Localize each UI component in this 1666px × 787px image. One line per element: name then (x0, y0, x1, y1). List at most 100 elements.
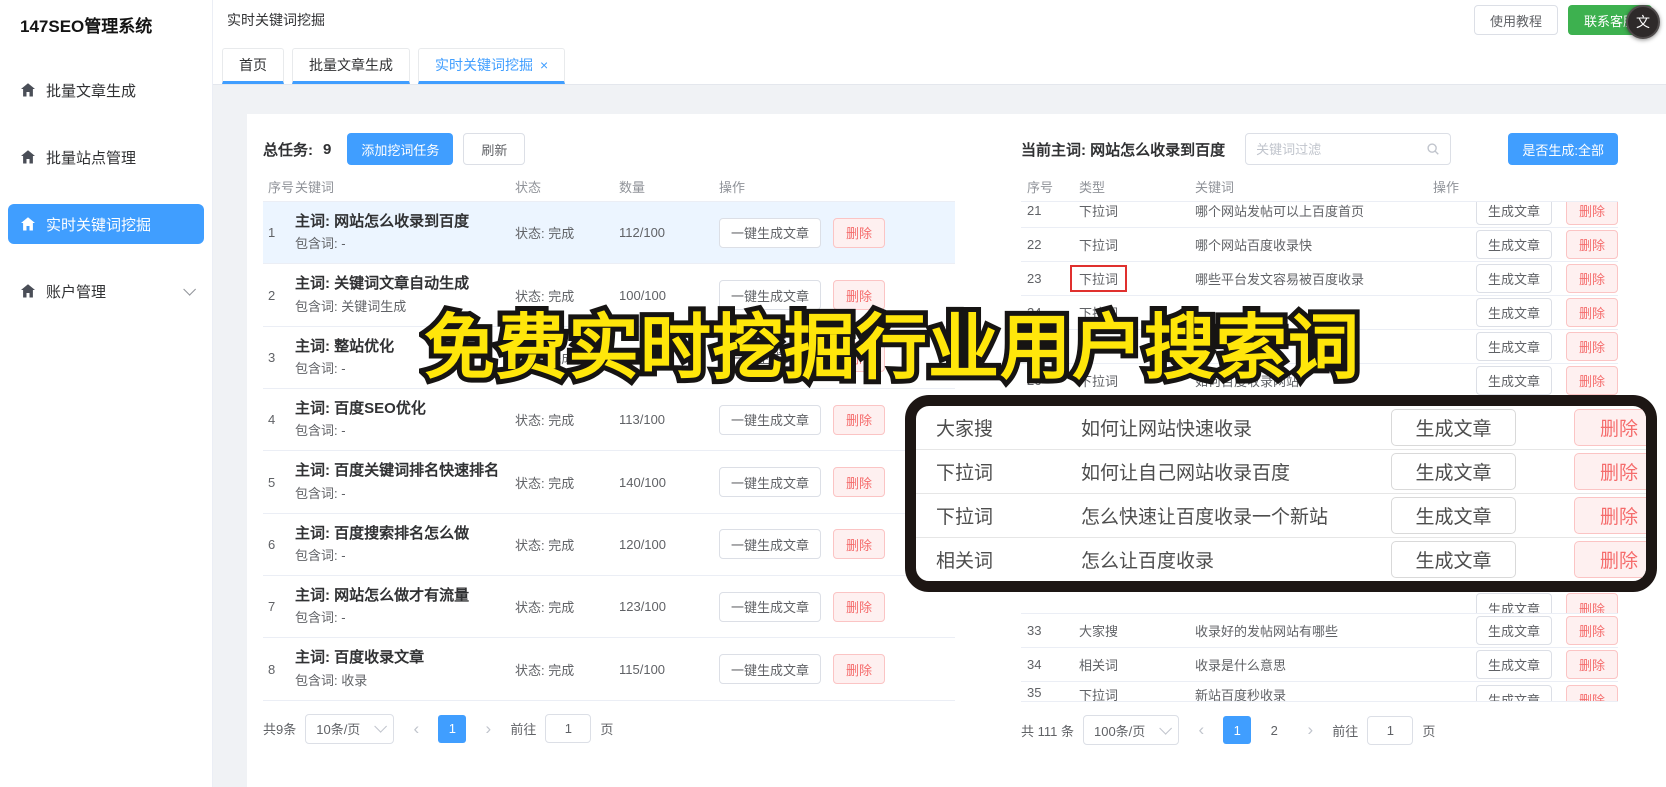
generate-article-button[interactable]: 生成文章 (1475, 685, 1552, 701)
generate-all-button[interactable]: 是否生成:全部 (1508, 133, 1618, 165)
row-keyword: 哪个网站发帖可以上百度首页 (1195, 203, 1365, 219)
generate-article-button[interactable]: 生成文章 (1391, 541, 1516, 578)
row-type: 大家搜 (1079, 624, 1119, 639)
generate-article-button[interactable]: 生成文章 (1391, 453, 1516, 490)
delete-button[interactable]: 删除 (1565, 298, 1618, 327)
delete-button[interactable]: 删除 (833, 591, 886, 622)
generate-article-button[interactable]: 生成文章 (1475, 332, 1552, 361)
row-main-keyword: 主词: 网站怎么收录到百度 (295, 213, 470, 230)
generate-article-button[interactable]: 生成文章 (1475, 366, 1552, 395)
prev-page-button[interactable]: ‹ (1188, 716, 1214, 744)
generate-article-button[interactable]: 一键生成文章 (719, 591, 822, 622)
sidebar-item-account[interactable]: 账户管理 (8, 271, 204, 311)
delete-button[interactable]: 删除 (1574, 541, 1646, 578)
generate-article-button[interactable]: 一键生成文章 (719, 467, 822, 498)
page-size-select[interactable]: 10条/页 (305, 713, 395, 744)
sidebar-item-batch-site[interactable]: 批量站点管理 (8, 137, 204, 177)
task-panel-header: 总任务: 9 添加挖词任务 刷新 (263, 130, 955, 168)
goto-suffix: 页 (600, 722, 614, 738)
tab-keyword-mining[interactable]: 实时关键词挖掘 × (418, 48, 566, 84)
generate-article-button[interactable]: 生成文章 (1391, 409, 1516, 446)
generate-article-button[interactable]: 生成文章 (1475, 650, 1552, 679)
prev-page-button[interactable]: ‹ (403, 715, 429, 743)
task-panel: 总任务: 9 添加挖词任务 刷新 序号 关键词 状态 数量 操作 1 主词: 网… (263, 126, 955, 787)
page-number[interactable]: 1 (438, 714, 467, 743)
refresh-button[interactable]: 刷新 (463, 133, 526, 165)
table-row[interactable]: 6 主词: 百度搜索排名怎么做 包含词: - 状态: 完成 120/100 一键… (263, 514, 955, 577)
generate-article-button[interactable]: 一键生成文章 (719, 654, 822, 685)
translate-icon[interactable]: 文 (1626, 5, 1660, 39)
tab-label: 首页 (239, 57, 267, 73)
delete-button[interactable]: 删除 (1565, 616, 1618, 645)
delete-button[interactable]: 删除 (1574, 453, 1646, 490)
delete-button[interactable]: 删除 (1565, 650, 1618, 679)
delete-button[interactable]: 删除 (1565, 202, 1618, 225)
generate-article-button[interactable]: 生成文章 (1475, 593, 1552, 613)
close-icon[interactable]: × (540, 58, 548, 72)
row-sub-keyword: 包含词: - (295, 236, 346, 252)
table-row[interactable]: 5 主词: 百度关键词排名快速排名 包含词: - 状态: 完成 140/100 … (263, 451, 955, 514)
tab-bar: 首页 批量文章生成 实时关键词挖掘 × (213, 40, 1666, 85)
page-number[interactable]: 2 (1260, 716, 1288, 744)
column-keyword: 关键词 (1195, 180, 1235, 195)
add-task-button[interactable]: 添加挖词任务 (347, 133, 454, 165)
row-qty: 120/100 (619, 536, 666, 552)
generate-article-button[interactable]: 一键生成文章 (719, 404, 822, 435)
delete-button[interactable]: 删除 (833, 467, 886, 498)
generate-article-button[interactable]: 生成文章 (1475, 230, 1552, 259)
delete-button[interactable]: 删除 (833, 217, 886, 248)
delete-button[interactable]: 删除 (1565, 264, 1618, 293)
delete-button[interactable]: 删除 (1574, 497, 1646, 534)
row-sub-keyword: 包含词: - (295, 485, 346, 501)
column-ops: 操作 (1433, 180, 1460, 195)
row-index: 4 (268, 412, 276, 428)
row-qty: 115/100 (619, 661, 666, 677)
generate-article-button[interactable]: 一键生成文章 (719, 217, 822, 248)
delete-button[interactable]: 删除 (1565, 332, 1618, 361)
generate-article-button[interactable]: 生成文章 (1475, 298, 1552, 327)
sidebar-item-keyword-mining[interactable]: 实时关键词挖掘 (8, 204, 204, 244)
delete-button[interactable]: 删除 (833, 404, 886, 435)
task-table-header: 序号 关键词 状态 数量 操作 (263, 172, 955, 202)
delete-button[interactable]: 删除 (833, 654, 886, 685)
generate-article-button[interactable]: 生成文章 (1475, 202, 1552, 225)
row-keyword: 怎么让百度收录 (1081, 551, 1215, 572)
table-row[interactable]: 35 下拉词 新站百度秒收录 生成文章 删除 (1021, 682, 1618, 702)
page-number[interactable]: 1 (1223, 716, 1252, 744)
tab-home[interactable]: 首页 (222, 48, 284, 84)
home-icon (21, 83, 35, 97)
generate-article-button[interactable]: 生成文章 (1475, 616, 1552, 645)
goto-page-input[interactable] (545, 714, 592, 744)
home-icon (21, 217, 35, 231)
generate-article-button[interactable]: 生成文章 (1475, 264, 1552, 293)
generate-article-button[interactable]: 生成文章 (1391, 497, 1516, 534)
delete-button[interactable]: 删除 (1565, 685, 1618, 701)
table-row[interactable]: 22 下拉词 哪个网站百度收录快 生成文章 删除 (1021, 228, 1618, 262)
generate-article-button[interactable]: 一键生成文章 (719, 529, 822, 560)
goto-page-input[interactable] (1367, 715, 1414, 745)
delete-button[interactable]: 删除 (1565, 230, 1618, 259)
delete-button[interactable]: 删除 (1574, 409, 1646, 446)
row-index: 34 (1027, 657, 1042, 672)
sidebar-item-batch-article[interactable]: 批量文章生成 (8, 70, 204, 110)
delete-button[interactable]: 删除 (833, 529, 886, 560)
sidebar-item-label: 实时关键词挖掘 (46, 216, 152, 234)
row-type: 下拉词 (1079, 203, 1119, 219)
table-row[interactable]: 7 主词: 网站怎么做才有流量 包含词: - 状态: 完成 123/100 一键… (263, 576, 955, 639)
table-row[interactable]: 8 主词: 百度收录文章 包含词: 收录 状态: 完成 115/100 一键生成… (263, 638, 955, 701)
keyword-filter-input[interactable] (1256, 141, 1421, 157)
next-page-button[interactable]: › (1297, 716, 1323, 744)
delete-button[interactable]: 删除 (1565, 366, 1618, 395)
table-row[interactable]: 33 大家搜 收录好的发帖网站有哪些 生成文章 删除 (1021, 614, 1618, 648)
row-index: 21 (1027, 202, 1042, 218)
table-row[interactable]: 1 主词: 网站怎么收录到百度 包含词: - 状态: 完成 112/100 一键… (263, 202, 955, 265)
table-row[interactable]: 4 主词: 百度SEO优化 包含词: - 状态: 完成 113/100 一键生成… (263, 389, 955, 452)
row-keyword: 哪些平台发文容易被百度收录 (1195, 272, 1365, 287)
help-button[interactable]: 使用教程 (1473, 5, 1558, 35)
tab-batch-article[interactable]: 批量文章生成 (292, 48, 410, 84)
page-size-select[interactable]: 100条/页 (1082, 715, 1180, 745)
next-page-button[interactable]: › (475, 715, 501, 743)
table-row[interactable]: 21 下拉词 哪个网站发帖可以上百度首页 生成文章 删除 (1021, 202, 1618, 228)
table-row[interactable]: 34 相关词 收录是什么意思 生成文章 删除 (1021, 648, 1618, 682)
delete-button[interactable]: 删除 (1565, 593, 1618, 613)
